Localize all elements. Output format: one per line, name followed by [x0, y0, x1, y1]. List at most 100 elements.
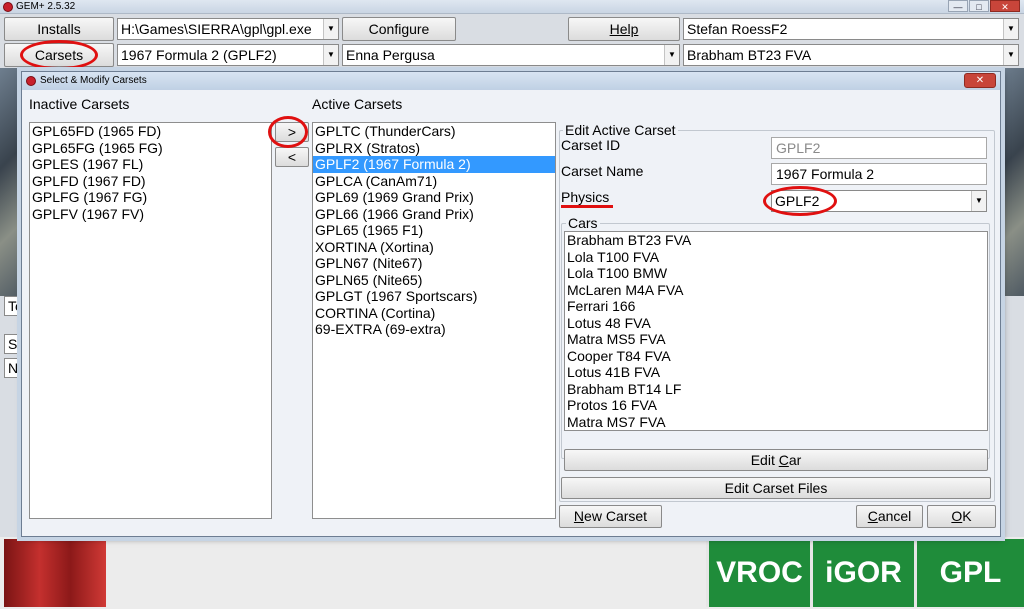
app-titlebar: GEM+ 2.5.32 — □ ✕ [0, 0, 1024, 14]
chevron-down-icon: ▼ [323, 19, 338, 39]
physics-annotation-underline [561, 205, 613, 208]
ok-label-post: K [962, 508, 972, 524]
app-title: GEM+ 2.5.32 [16, 1, 76, 12]
configure-button[interactable]: Configure [342, 17, 456, 41]
active-carset-item[interactable]: XORTINA (Xortina) [313, 239, 555, 256]
car-list-item[interactable]: Protos 16 FVA [565, 397, 987, 414]
move-to-active-button[interactable]: > [275, 122, 309, 142]
car-list-item[interactable]: Matra MS7 FVA [565, 414, 987, 431]
track-value: Enna Pergusa [346, 47, 435, 63]
minimize-icon[interactable]: — [948, 0, 968, 12]
background-cell: Sh [4, 334, 22, 354]
inactive-carsets-label: Inactive Carsets [29, 96, 130, 112]
cars-group-title: Cars [566, 215, 600, 231]
inactive-carset-item[interactable]: GPLES (1967 FL) [30, 156, 271, 173]
chevron-down-icon: ▼ [971, 191, 986, 211]
help-label: Help [609, 21, 639, 37]
vroc-logo[interactable]: VROC [706, 539, 810, 607]
active-carset-item[interactable]: GPLTC (ThunderCars) [313, 123, 555, 140]
inactive-carset-item[interactable]: GPLFV (1967 FV) [30, 206, 271, 223]
new-carset-button[interactable]: New Carset [559, 505, 662, 528]
cancel-label-post: ancel [877, 508, 912, 524]
carset-id-label: Carset ID [561, 137, 621, 153]
cancel-mnemonic: C [867, 508, 878, 524]
chevron-down-icon: ▼ [664, 45, 679, 65]
car-list-item[interactable]: Lola T100 BMW [565, 265, 987, 282]
move-to-inactive-button[interactable]: < [275, 147, 309, 167]
active-carset-item[interactable]: GPL66 (1966 Grand Prix) [313, 206, 555, 223]
igor-logo[interactable]: iGOR [810, 539, 914, 607]
car-list-item[interactable]: McLaren M4A FVA [565, 282, 987, 299]
active-carset-item[interactable]: GPLF2 (1967 Formula 2) [313, 156, 555, 173]
background-cell: Te [4, 296, 22, 316]
edit-car-mnemonic: C [778, 452, 789, 468]
background-cell: No [4, 358, 22, 378]
carset-name-label: Carset Name [561, 163, 644, 179]
inactive-carset-item[interactable]: GPLFD (1967 FD) [30, 173, 271, 190]
carset-name-field[interactable]: 1967 Formula 2 [771, 163, 987, 185]
carsets-button[interactable]: Carsets [4, 43, 114, 67]
edit-car-label-pre: Edit [750, 452, 779, 468]
cars-list[interactable]: Brabham BT23 FVA Lola T100 FVA Lola T100 B… [564, 231, 988, 431]
new-carset-label-post: ew Carset [584, 508, 648, 524]
inactive-carset-item[interactable]: GPLFG (1967 FG) [30, 189, 271, 206]
car-list-item[interactable]: Brabham BT23 FVA [565, 232, 987, 249]
driver-select[interactable]: Stefan RoessF2 ▼ [683, 18, 1019, 40]
active-carset-item[interactable]: CORTINA (Cortina) [313, 305, 555, 322]
car-list-item[interactable]: Lotus 41B FVA [565, 364, 987, 381]
install-path-select[interactable]: H:\Games\SIERRA\gpl\gpl.exe ▼ [117, 18, 339, 40]
physics-label: Physics [561, 189, 610, 205]
inactive-carset-item[interactable]: GPL65FD (1965 FD) [30, 123, 271, 140]
red-banner-image [4, 539, 106, 607]
new-carset-mnemonic: N [573, 508, 585, 524]
chevron-down-icon: ▼ [323, 45, 338, 65]
window-controls: — □ ✕ [948, 0, 1020, 12]
install-path-value: H:\Games\SIERRA\gpl\gpl.exe [121, 21, 312, 37]
dialog-titlebar: Select & Modify Carsets ✕ [22, 72, 1000, 90]
car-list-item[interactable]: Matra MS5 FVA [565, 331, 987, 348]
active-carset-item[interactable]: GPLRX (Stratos) [313, 140, 555, 157]
active-carset-item[interactable]: GPLGT (1967 Sportscars) [313, 288, 555, 305]
physics-value: GPLF2 [775, 193, 820, 209]
physics-select[interactable]: GPLF2 ▼ [771, 190, 987, 212]
inactive-carset-item[interactable]: GPL65FG (1965 FG) [30, 140, 271, 157]
edit-carset-files-button[interactable]: Edit Carset Files [561, 477, 991, 499]
active-carset-item[interactable]: GPLN67 (Nite67) [313, 255, 555, 272]
gpl-logo[interactable]: GPL [914, 539, 1024, 607]
edit-car-label-post: ar [788, 452, 802, 468]
ok-button[interactable]: OK [927, 505, 996, 528]
active-carset-item[interactable]: GPL65 (1965 F1) [313, 222, 555, 239]
cancel-button[interactable]: Cancel [856, 505, 923, 528]
select-modify-carsets-dialog: Select & Modify Carsets ✕ Inactive Carse… [21, 71, 1001, 537]
carset-value: 1967 Formula 2 (GPLF2) [121, 47, 277, 63]
help-button[interactable]: Help [568, 17, 680, 41]
car-select[interactable]: Brabham BT23 FVA ▼ [683, 44, 1019, 66]
background-photo-right [1000, 68, 1024, 296]
dialog-title: Select & Modify Carsets [40, 75, 147, 86]
active-carset-item[interactable]: GPLCA (CanAm71) [313, 173, 555, 190]
car-list-item[interactable]: Lotus 48 FVA [565, 315, 987, 332]
active-carsets-label: Active Carsets [312, 96, 403, 112]
chevron-down-icon: ▼ [1003, 19, 1018, 39]
app-logo-icon [26, 76, 36, 86]
active-carset-item[interactable]: 69-EXTRA (69-extra) [313, 321, 555, 338]
edit-active-carset-title: Edit Active Carset [563, 122, 678, 138]
carset-id-field: GPLF2 [771, 137, 987, 159]
car-list-item[interactable]: Cooper T84 FVA [565, 348, 987, 365]
active-carsets-list[interactable]: GPLTC (ThunderCars) GPLRX (Stratos) GPLF2 … [312, 122, 556, 519]
maximize-icon[interactable]: □ [969, 0, 989, 12]
car-list-item[interactable]: Ferrari 166 [565, 298, 987, 315]
track-select[interactable]: Enna Pergusa ▼ [342, 44, 680, 66]
car-list-item[interactable]: Brabham BT14 LF [565, 381, 987, 398]
active-carset-item[interactable]: GPL69 (1969 Grand Prix) [313, 189, 555, 206]
car-list-item[interactable]: Lola T100 FVA [565, 249, 987, 266]
carset-select[interactable]: 1967 Formula 2 (GPLF2) ▼ [117, 44, 339, 66]
ok-mnemonic: O [951, 508, 963, 524]
close-icon[interactable]: ✕ [990, 0, 1020, 12]
inactive-carsets-list[interactable]: GPL65FD (1965 FD) GPL65FG (1965 FG) GPLES … [29, 122, 272, 519]
edit-car-button[interactable]: Edit Car [564, 449, 988, 471]
installs-button[interactable]: Installs [4, 17, 114, 41]
active-carset-item[interactable]: GPLN65 (Nite65) [313, 272, 555, 289]
chevron-down-icon: ▼ [1003, 45, 1018, 65]
dialog-close-icon[interactable]: ✕ [964, 73, 996, 88]
